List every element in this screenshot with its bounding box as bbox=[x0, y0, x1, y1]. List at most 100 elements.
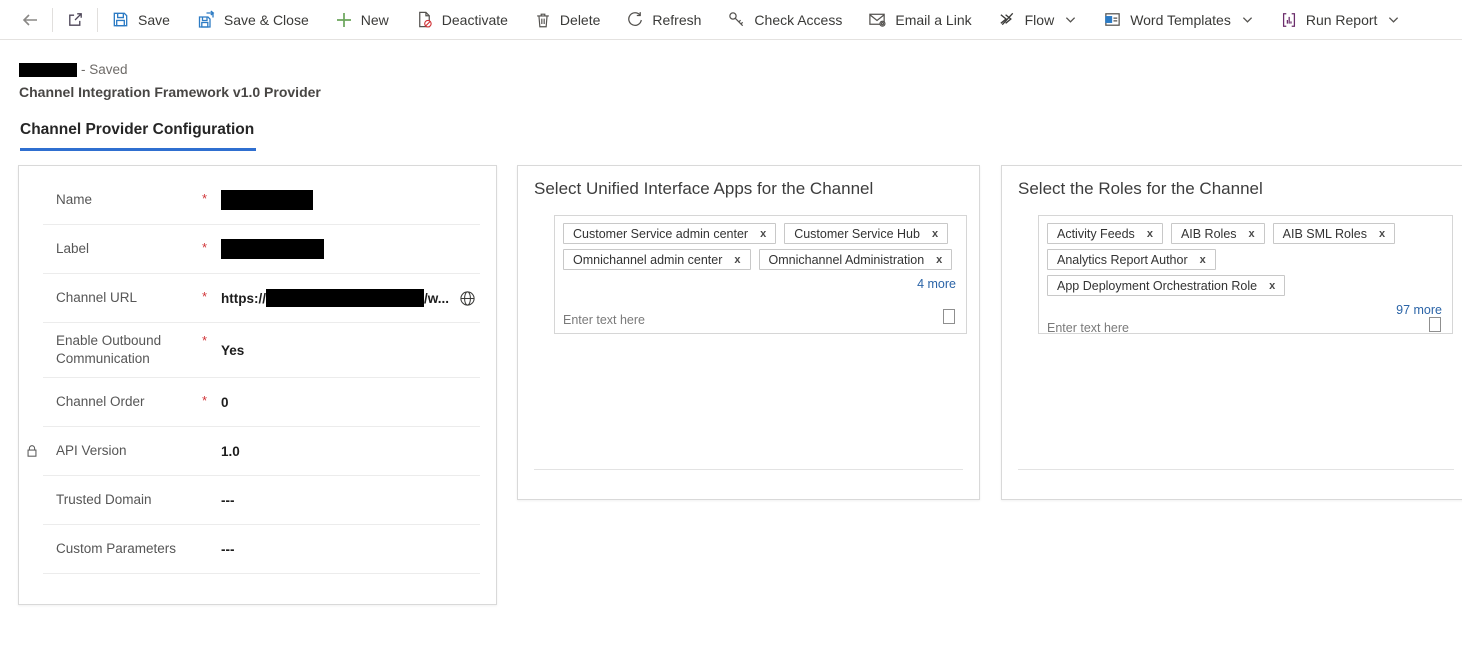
refresh-button[interactable]: Refresh bbox=[613, 0, 714, 39]
enable-outbound-communication-field[interactable]: Yes bbox=[221, 343, 244, 358]
field-row-custom-parameters: Custom Parameters --- bbox=[43, 525, 480, 574]
roles-tag-list: Activity Feedsx AIB Rolesx AIB SML Roles… bbox=[1047, 223, 1444, 296]
save-button[interactable]: Save bbox=[98, 0, 183, 39]
check-access-button[interactable]: Check Access bbox=[714, 0, 855, 39]
roles-section-title: Select the Roles for the Channel bbox=[1018, 179, 1454, 199]
run-report-button[interactable]: Run Report bbox=[1267, 0, 1414, 39]
remove-tag-icon[interactable]: x bbox=[1379, 228, 1385, 240]
field-label: Channel URL bbox=[56, 289, 202, 307]
field-row-api-version: API Version 1.0 bbox=[43, 427, 480, 476]
email-a-link-button[interactable]: Email a Link bbox=[855, 0, 984, 39]
check-access-label: Check Access bbox=[754, 12, 842, 28]
field-label: API Version bbox=[56, 442, 202, 460]
apps-multiselect[interactable]: Customer Service admin centerx Customer … bbox=[554, 215, 967, 334]
role-tag: App Deployment Orchestration Role x bbox=[1047, 275, 1285, 296]
app-tag: Customer Service Hub x bbox=[784, 223, 948, 244]
required-marker: * bbox=[202, 176, 221, 206]
chevron-down-icon bbox=[1064, 14, 1077, 25]
new-button[interactable]: New bbox=[322, 0, 402, 39]
delete-label: Delete bbox=[560, 12, 600, 28]
roles-search-input[interactable] bbox=[1047, 321, 1267, 335]
plus-icon bbox=[335, 11, 353, 29]
remove-tag-icon[interactable]: x bbox=[1200, 254, 1206, 266]
tab-strip: Channel Provider Configuration bbox=[20, 121, 256, 151]
role-tag: Analytics Report Authorx bbox=[1047, 249, 1216, 270]
remove-tag-icon[interactable]: x bbox=[1249, 228, 1255, 240]
save-label: Save bbox=[138, 12, 170, 28]
word-templates-button[interactable]: Word Templates bbox=[1090, 0, 1267, 39]
roles-multiselect[interactable]: Activity Feedsx AIB Rolesx AIB SML Roles… bbox=[1038, 215, 1453, 334]
field-row-trusted-domain: Trusted Domain --- bbox=[43, 476, 480, 525]
email-a-link-label: Email a Link bbox=[895, 12, 971, 28]
roles-more-link[interactable]: 97 more bbox=[1047, 303, 1444, 317]
required-marker: * bbox=[202, 378, 221, 408]
run-report-label: Run Report bbox=[1306, 12, 1378, 28]
remove-tag-icon[interactable]: x bbox=[936, 254, 942, 266]
tag-label: Customer Service Hub bbox=[794, 227, 920, 241]
field-row-label: Label * bbox=[43, 225, 480, 274]
command-bar: Save Save & Close New Deactivate Delete … bbox=[0, 0, 1462, 40]
globe-icon[interactable] bbox=[459, 290, 476, 307]
remove-tag-icon[interactable]: x bbox=[932, 228, 938, 240]
field-label: Name bbox=[56, 191, 202, 209]
apps-input-row bbox=[563, 309, 958, 327]
field-row-channel-url: Channel URL * https:///w... bbox=[43, 274, 480, 323]
channel-provider-form-section: Name * Label * Channel URL * https:///w.… bbox=[18, 165, 497, 605]
tag-label: App Deployment Orchestration Role bbox=[1057, 279, 1257, 293]
app-tag: Omnichannel admin centerx bbox=[563, 249, 751, 270]
field-label: Trusted Domain bbox=[56, 491, 202, 509]
lock-icon bbox=[25, 443, 39, 458]
apps-more-link[interactable]: 4 more bbox=[563, 277, 958, 291]
redacted-value bbox=[221, 239, 324, 259]
save-and-close-label: Save & Close bbox=[224, 12, 309, 28]
remove-tag-icon[interactable]: x bbox=[1147, 228, 1153, 240]
refresh-icon bbox=[626, 11, 644, 29]
word-templates-icon bbox=[1103, 10, 1122, 29]
remove-tag-icon[interactable]: x bbox=[734, 254, 740, 266]
channel-order-field[interactable]: 0 bbox=[221, 395, 229, 410]
tab-channel-provider-configuration[interactable]: Channel Provider Configuration bbox=[20, 121, 256, 151]
key-icon bbox=[727, 10, 746, 29]
redacted-value bbox=[266, 289, 424, 307]
section-divider bbox=[534, 469, 963, 470]
trash-icon bbox=[534, 11, 552, 29]
save-status-label: - Saved bbox=[81, 62, 128, 77]
chevron-down-icon bbox=[1387, 14, 1400, 25]
redacted-value bbox=[221, 190, 313, 210]
channel-url-field[interactable]: https:///w... bbox=[221, 289, 476, 307]
remove-tag-icon[interactable]: x bbox=[760, 228, 766, 240]
save-and-close-icon bbox=[196, 10, 216, 30]
unified-interface-apps-section: Select Unified Interface Apps for the Ch… bbox=[517, 165, 980, 500]
record-status: - Saved bbox=[19, 62, 128, 77]
custom-parameters-field[interactable]: --- bbox=[221, 542, 235, 557]
save-and-close-button[interactable]: Save & Close bbox=[183, 0, 322, 39]
section-divider bbox=[1018, 469, 1454, 470]
label-field[interactable] bbox=[221, 239, 324, 259]
back-button[interactable] bbox=[8, 0, 52, 39]
app-tag: Customer Service admin centerx bbox=[563, 223, 776, 244]
apps-search-input[interactable] bbox=[563, 313, 783, 327]
redacted-record-name bbox=[19, 63, 77, 77]
required-marker: * bbox=[202, 225, 221, 255]
deactivate-button[interactable]: Deactivate bbox=[402, 0, 521, 39]
flow-button[interactable]: Flow bbox=[985, 0, 1091, 39]
delete-button[interactable]: Delete bbox=[521, 0, 613, 39]
trusted-domain-field[interactable]: --- bbox=[221, 493, 235, 508]
remove-tag-icon[interactable]: x bbox=[1269, 280, 1275, 292]
name-field[interactable] bbox=[221, 190, 313, 210]
apps-tag-list: Customer Service admin centerx Customer … bbox=[563, 223, 958, 270]
form-rows: Name * Label * Channel URL * https:///w.… bbox=[19, 166, 496, 574]
api-version-field[interactable]: 1.0 bbox=[221, 444, 240, 459]
chevron-down-icon bbox=[1241, 14, 1254, 25]
field-label: Custom Parameters bbox=[56, 540, 202, 558]
run-report-icon bbox=[1280, 11, 1298, 29]
popout-button[interactable] bbox=[53, 0, 97, 39]
tag-label: AIB SML Roles bbox=[1283, 227, 1367, 241]
field-label: Channel Order bbox=[56, 393, 202, 411]
tag-label: Activity Feeds bbox=[1057, 227, 1135, 241]
apps-section-title: Select Unified Interface Apps for the Ch… bbox=[534, 179, 963, 199]
app-tag: Omnichannel Administrationx bbox=[759, 249, 953, 270]
field-row-channel-order: Channel Order * 0 bbox=[43, 378, 480, 427]
field-label: Label bbox=[56, 240, 202, 258]
field-row-name: Name * bbox=[43, 176, 480, 225]
